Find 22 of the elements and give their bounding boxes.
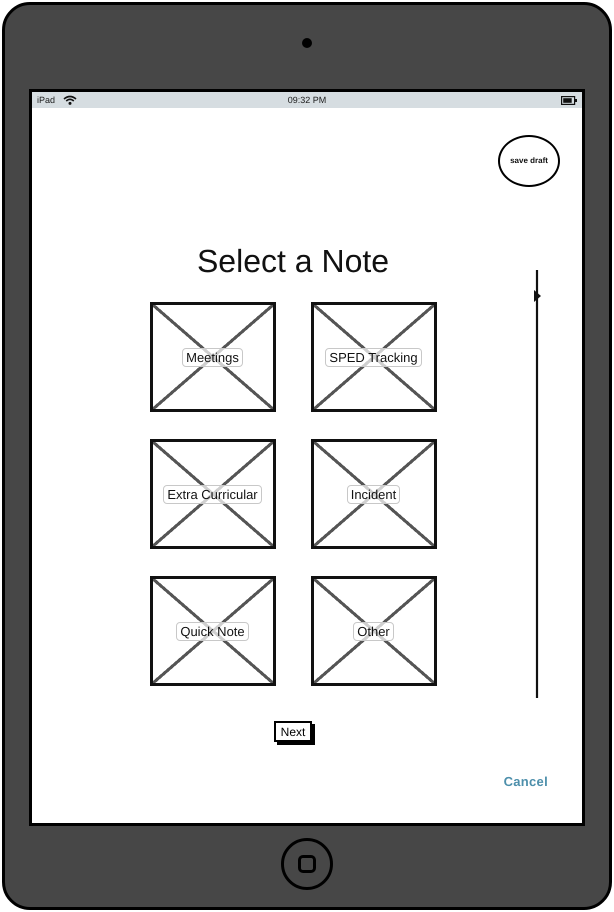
note-label: Extra Curricular bbox=[163, 484, 262, 504]
note-label: Incident bbox=[346, 484, 400, 504]
battery-icon bbox=[561, 96, 577, 104]
status-time: 09:32 PM bbox=[288, 96, 326, 104]
cancel-link[interactable]: Cancel bbox=[504, 775, 548, 788]
note-tile[interactable]: SPED Tracking bbox=[310, 302, 436, 412]
note-tile[interactable]: Incident bbox=[310, 439, 436, 550]
wifi-icon bbox=[63, 95, 78, 105]
note-label: Other bbox=[353, 622, 394, 641]
note-label: SPED Tracking bbox=[325, 348, 422, 367]
vertical-scrollbar[interactable] bbox=[531, 270, 543, 698]
note-tile[interactable]: Other bbox=[310, 576, 436, 686]
note-tile[interactable]: Extra Curricular bbox=[150, 439, 276, 550]
note-label: Quick Note bbox=[176, 622, 249, 641]
save-draft-button[interactable]: save draft bbox=[498, 135, 560, 187]
carrier-label: iPad bbox=[37, 96, 56, 104]
next-button[interactable]: Next bbox=[274, 721, 312, 742]
camera-dot-icon bbox=[302, 38, 312, 48]
page-title: Select a Note bbox=[196, 242, 390, 280]
note-label: Meetings bbox=[182, 348, 243, 367]
note-tile[interactable]: Quick Note bbox=[150, 576, 276, 686]
note-tile[interactable]: Meetings bbox=[150, 302, 276, 412]
